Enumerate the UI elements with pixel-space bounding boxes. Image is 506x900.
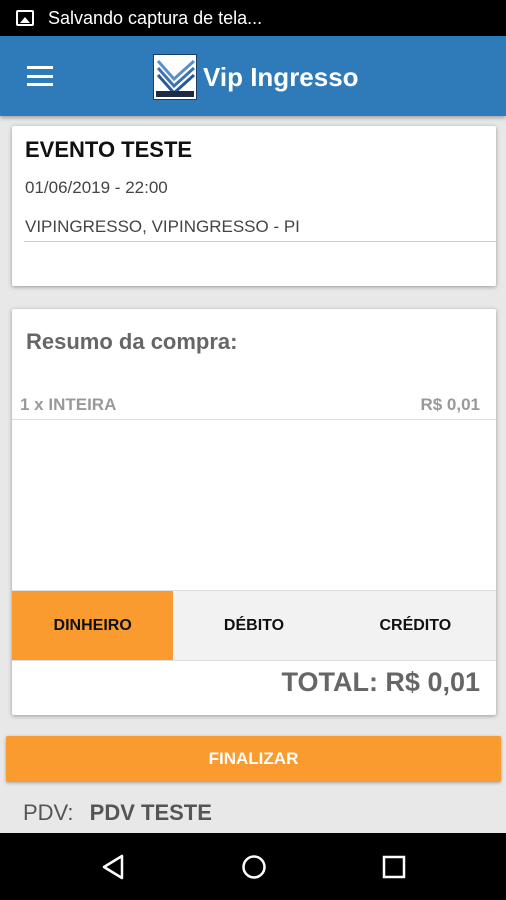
item-description: 1 x INTEIRA — [20, 395, 117, 414]
status-bar: Salvando captura de tela... — [0, 0, 506, 36]
list-item: 1 x INTEIRA R$ 0,01 — [20, 395, 480, 415]
app-brand: Vip Ingresso — [153, 54, 359, 100]
item-price: R$ 0,01 — [420, 395, 480, 414]
total-amount: TOTAL: R$ 0,01 — [281, 667, 480, 697]
home-icon[interactable] — [240, 853, 268, 881]
recent-apps-icon[interactable] — [380, 853, 408, 881]
system-nav-bar — [0, 833, 506, 900]
purchase-summary-card: Resumo da compra: 1 x INTEIRA R$ 0,01 DI… — [12, 309, 496, 715]
event-venue: VIPINGRESSO, VIPINGRESSO - PI — [25, 217, 300, 236]
payment-credit-button[interactable]: CRÉDITO — [334, 591, 496, 660]
pdv-label: PDV: — [23, 800, 74, 825]
divider — [24, 241, 496, 242]
menu-icon[interactable] — [27, 66, 53, 86]
event-card: EVENTO TESTE 01/06/2019 - 22:00 VIPINGRE… — [12, 126, 496, 286]
payment-debit-button[interactable]: DÉBITO — [173, 591, 335, 660]
event-datetime: 01/06/2019 - 22:00 — [25, 178, 168, 197]
image-notification-icon — [16, 10, 34, 26]
payment-method-tabs: DINHEIRO DÉBITO CRÉDITO — [12, 591, 496, 660]
back-icon[interactable] — [100, 853, 128, 881]
summary-title: Resumo da compra: — [26, 329, 238, 354]
event-name: EVENTO TESTE — [25, 137, 193, 162]
app-bar: Vip Ingresso — [0, 36, 506, 116]
status-text: Salvando captura de tela... — [48, 7, 263, 28]
pdv-info: PDV: PDV TESTE — [23, 800, 212, 826]
vip-ingresso-logo — [153, 54, 197, 100]
divider — [12, 419, 496, 420]
finalize-button[interactable]: FINALIZAR — [6, 736, 501, 782]
app-title: Vip Ingresso — [203, 61, 359, 92]
payment-cash-button[interactable]: DINHEIRO — [12, 591, 174, 660]
pdv-value: PDV TESTE — [89, 800, 212, 825]
divider — [12, 660, 496, 661]
